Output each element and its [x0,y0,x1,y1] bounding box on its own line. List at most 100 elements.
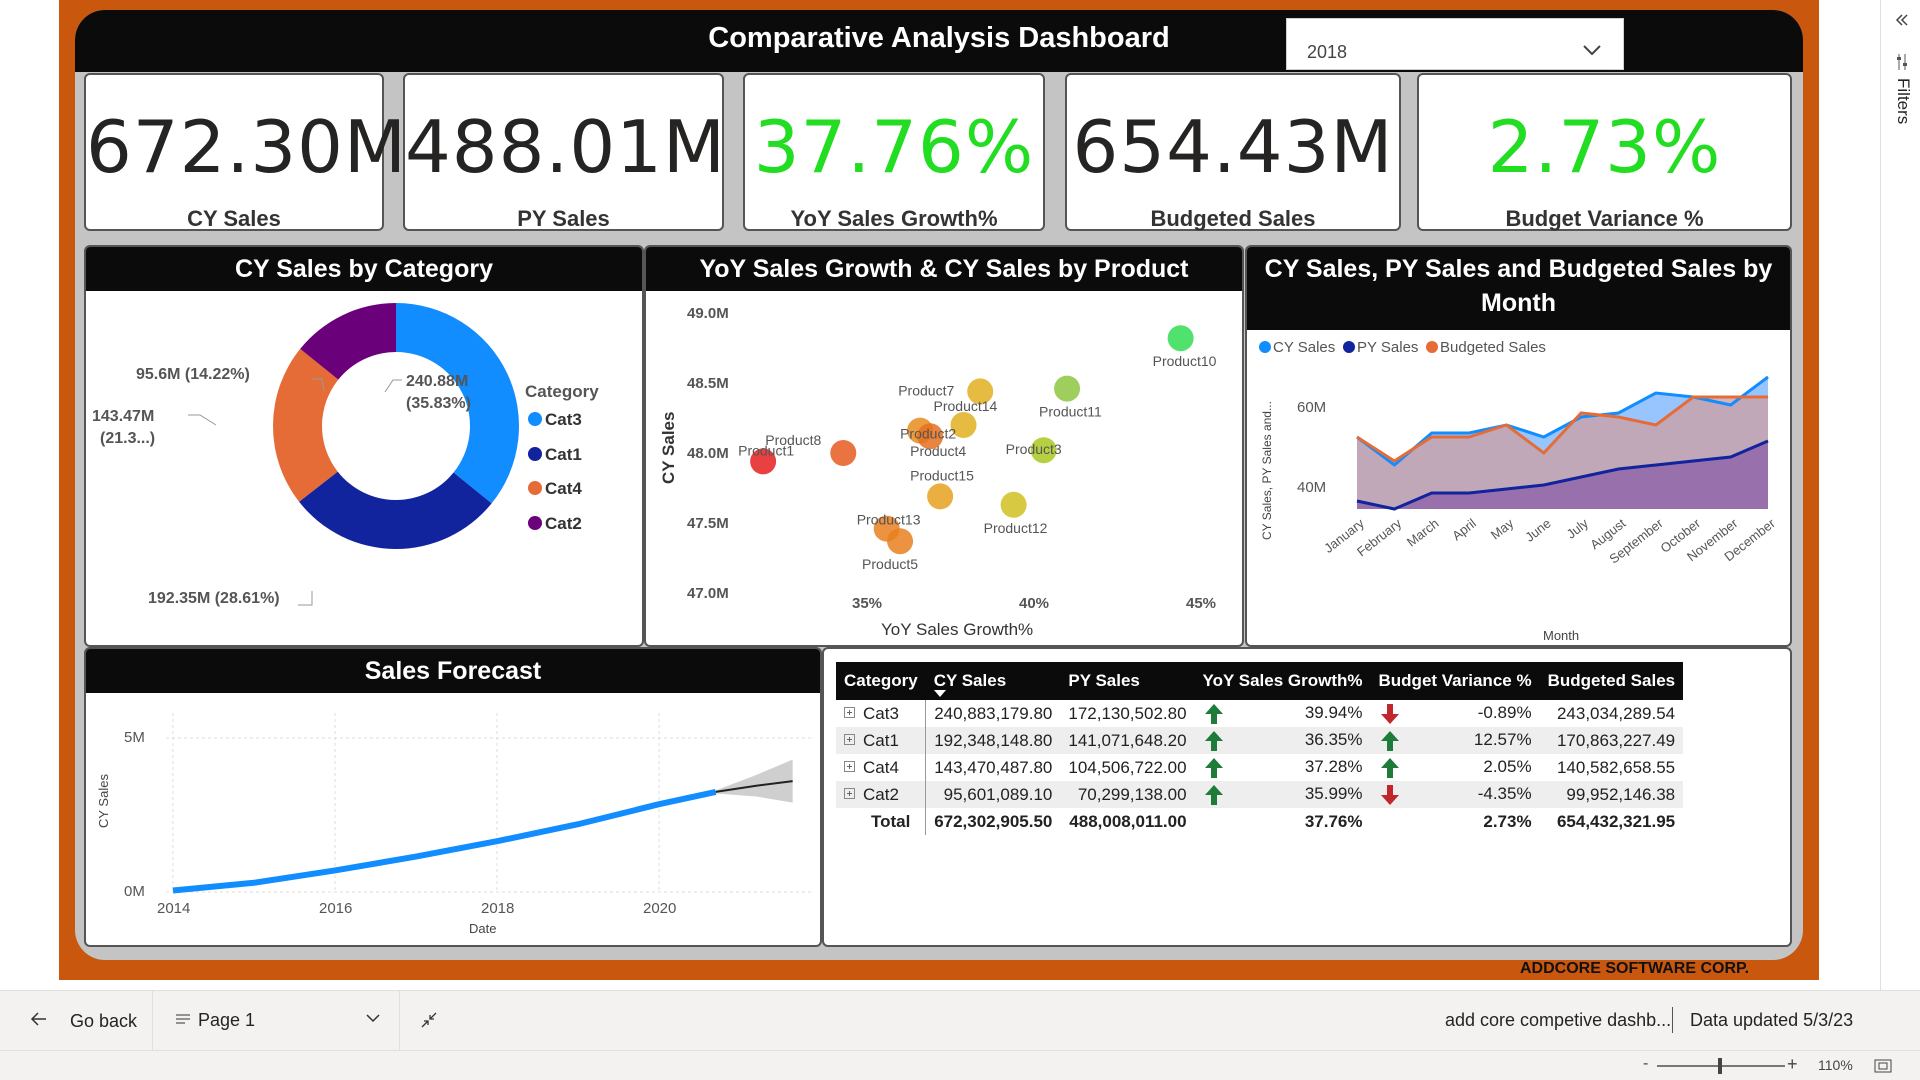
point-label: Product7 [898,382,954,398]
scatter-point-product5[interactable] [887,528,914,555]
point-label: Product1 [738,442,794,458]
zoom-in-button[interactable]: + [1787,1054,1798,1075]
scatter-point-product8[interactable] [830,440,857,466]
column-header-label: CY Sales [933,671,1007,690]
legend-item[interactable]: CY Sales [1273,339,1335,356]
point-label: Product11 [1039,404,1102,420]
column-header[interactable]: Budgeted Sales [1539,662,1684,700]
scatter-point-product12[interactable] [1000,491,1027,518]
donut-chart: 240.88M (35.83%) 192.35M (28.61%) 143.47… [92,303,599,607]
forecast-chart: 5M 0M CY Sales 2014 2016 2018 2020 Date [96,713,811,936]
table-row[interactable]: Cat1 192,348,148.80 141,071,648.20 36.35% 12… [836,727,1684,754]
budget-variance-value: 2.05% [1483,756,1532,776]
legend-marker [528,412,542,426]
x-tick-label: 2018 [481,900,514,917]
expand-icon[interactable] [844,760,855,772]
table-row[interactable]: Cat2 95,601,089.10 70,299,138.00 35.99% -4.3… [836,781,1684,808]
x-tick-label: 2014 [157,900,190,917]
chevron-down-icon[interactable] [1580,38,1604,62]
column-header[interactable]: YoY Sales Growth% [1194,662,1371,700]
cy-sales-cell: 143,470,487.80 [934,757,1053,777]
py-sales-cell: 141,071,648.20 [1060,727,1195,754]
row-category-cell[interactable]: Cat1 [836,727,927,754]
row-category-cell[interactable]: Cat2 [836,781,927,808]
total-py-sales: 488,008,011.00 [1069,811,1187,831]
kpi-card-budgeted-sales: 654.43M Budgeted Sales [1065,73,1401,231]
filters-pane-collapsed[interactable]: Filters [1880,0,1920,990]
y-tick-label: 60M [1297,399,1326,416]
yoy-growth-value: 37.28% [1304,756,1363,776]
legend-item[interactable]: Cat2 [545,514,582,533]
expand-icon[interactable] [844,706,855,718]
y-tick-label: 47.5M [687,515,729,532]
yoy-growth-value: 36.35% [1304,729,1363,749]
forecast-confidence-band [715,759,793,803]
kpi-label: CY Sales [187,206,281,231]
column-header-sorted[interactable]: CY Sales [925,662,1061,700]
legend-item[interactable]: PY Sales [1357,339,1418,356]
page-selector[interactable]: Page 1 [154,991,400,1051]
expand-icon[interactable] [844,787,855,799]
x-tick-label: June [1522,516,1553,545]
go-back-button[interactable]: Go back [0,991,153,1051]
budget-variance-cell: -0.89% [1371,700,1540,727]
page-selector-label: Page 1 [198,1010,256,1030]
scatter-point-product10[interactable] [1167,325,1194,352]
legend-item[interactable]: Cat3 [545,410,582,429]
donut-slice-cat1[interactable] [299,471,492,549]
scatter-point-product15[interactable] [927,483,954,510]
legend-item[interactable]: Cat1 [545,445,582,464]
table-row[interactable]: Cat3 240,883,179.80 172,130,502.80 39.94% -0… [836,700,1683,727]
cy-sales-cell: 192,348,148.80 [925,727,1061,754]
forecast-chart-panel: Sales Forecast 5M 0M CY Sales 2014 2016 … [84,647,822,947]
y-axis-label: CY Sales [96,774,111,828]
arrow-up-icon [1380,757,1399,778]
x-tick-label: April [1449,515,1479,543]
x-tick-label: July [1564,515,1592,541]
filters-label: Filters [1894,78,1913,125]
point-label: Product12 [984,520,1048,536]
row-category-cell[interactable]: Cat3 [836,700,927,727]
column-header[interactable]: Category [836,662,926,700]
x-tick-label: March [1404,516,1442,550]
exit-focus-mode-icon[interactable] [420,1011,438,1029]
py-sales-cell: 172,130,502.80 [1068,703,1187,723]
budget-variance-cell: 12.57% [1370,727,1540,754]
arrow-up-icon [1204,703,1223,724]
table-row[interactable]: Cat4 143,470,487.80 104,506,722.00 37.28% 2.… [836,754,1683,781]
zoom-out-button[interactable]: - [1643,1055,1648,1073]
legend-marker [528,481,542,495]
area-chart-panel: CY Sales, PY Sales and Budgeted Sales by… [1245,245,1792,647]
y-tick-label: 47.0M [687,585,729,602]
legend-marker [528,447,542,461]
legend-item[interactable]: Budgeted Sales [1440,339,1546,356]
go-back-label: Go back [70,1011,138,1031]
leader-line [384,379,402,393]
row-category-label: Cat4 [863,757,899,777]
scatter-point-product11[interactable] [1054,375,1081,402]
back-arrow-icon [30,1012,46,1026]
fit-to-page-icon[interactable] [1874,1059,1892,1073]
double-chevron-left-icon[interactable] [1895,14,1909,26]
data-updated-label: Data updated 5/3/23 [1690,1010,1854,1030]
zoom-slider-thumb[interactable] [1718,1058,1722,1074]
page-navigation-bar: Go back Page 1 add core competive dashb.… [0,990,1920,1051]
point-label: Product4 [910,443,966,459]
legend-item[interactable]: Cat4 [545,479,582,498]
row-category-cell[interactable]: Cat4 [836,754,927,781]
legend-marker [1343,341,1355,353]
expand-icon[interactable] [844,733,855,745]
budgeted-sales-cell: 140,582,658.55 [1556,757,1676,777]
matrix-table: Category CY Sales PY Sales YoY Sales Gro… [836,662,1684,835]
year-slicer-value: 2018 [1307,42,1348,62]
column-header[interactable]: Budget Variance % [1370,662,1540,700]
kpi-card-cy-sales: 672.30M CY Sales [84,73,408,231]
x-tick-label: 35% [852,595,882,612]
kpi-value: 672.30M [86,105,408,189]
column-header[interactable]: PY Sales [1060,662,1195,700]
kpi-value: 37.76% [753,105,1035,189]
yoy-growth-cell: 37.28% [1195,754,1371,781]
filter-icon [1897,54,1907,70]
actual-sales-line[interactable] [172,788,717,894]
kpi-card-yoy-growth: 37.76% YoY Sales Growth% [743,73,1045,231]
